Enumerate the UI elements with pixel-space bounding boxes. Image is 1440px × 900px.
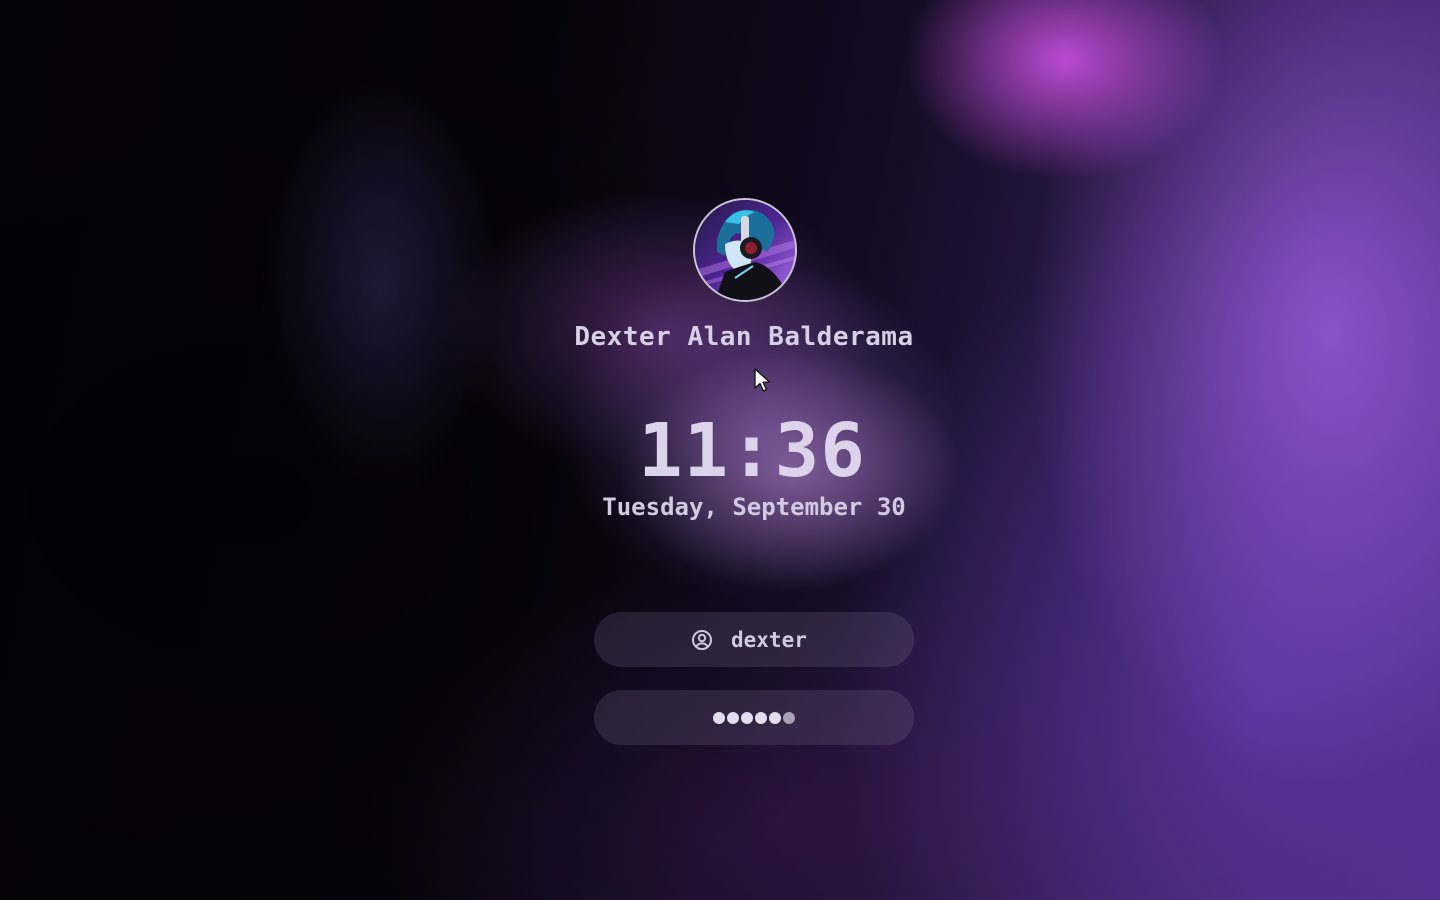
clock-time: 11:36 bbox=[638, 408, 866, 494]
password-dot bbox=[755, 711, 767, 724]
user-full-name: Dexter Alan Balderama bbox=[574, 322, 914, 352]
clock-date: Tuesday, September 30 bbox=[602, 493, 906, 521]
password-field[interactable] bbox=[594, 690, 914, 745]
password-dot bbox=[783, 711, 795, 724]
username-field[interactable] bbox=[594, 612, 914, 667]
user-circle-icon bbox=[691, 629, 713, 651]
username-input[interactable] bbox=[731, 627, 817, 652]
password-dot bbox=[727, 711, 739, 724]
avatar-illustration bbox=[695, 200, 795, 300]
password-dot bbox=[769, 711, 781, 724]
password-dots bbox=[713, 711, 795, 724]
password-dot bbox=[713, 711, 725, 724]
mouse-pointer-icon bbox=[754, 368, 771, 392]
password-dot bbox=[741, 711, 753, 724]
user-avatar bbox=[693, 198, 797, 302]
lock-screen: Dexter Alan Balderama 11:36 Tuesday, Sep… bbox=[0, 0, 1440, 900]
